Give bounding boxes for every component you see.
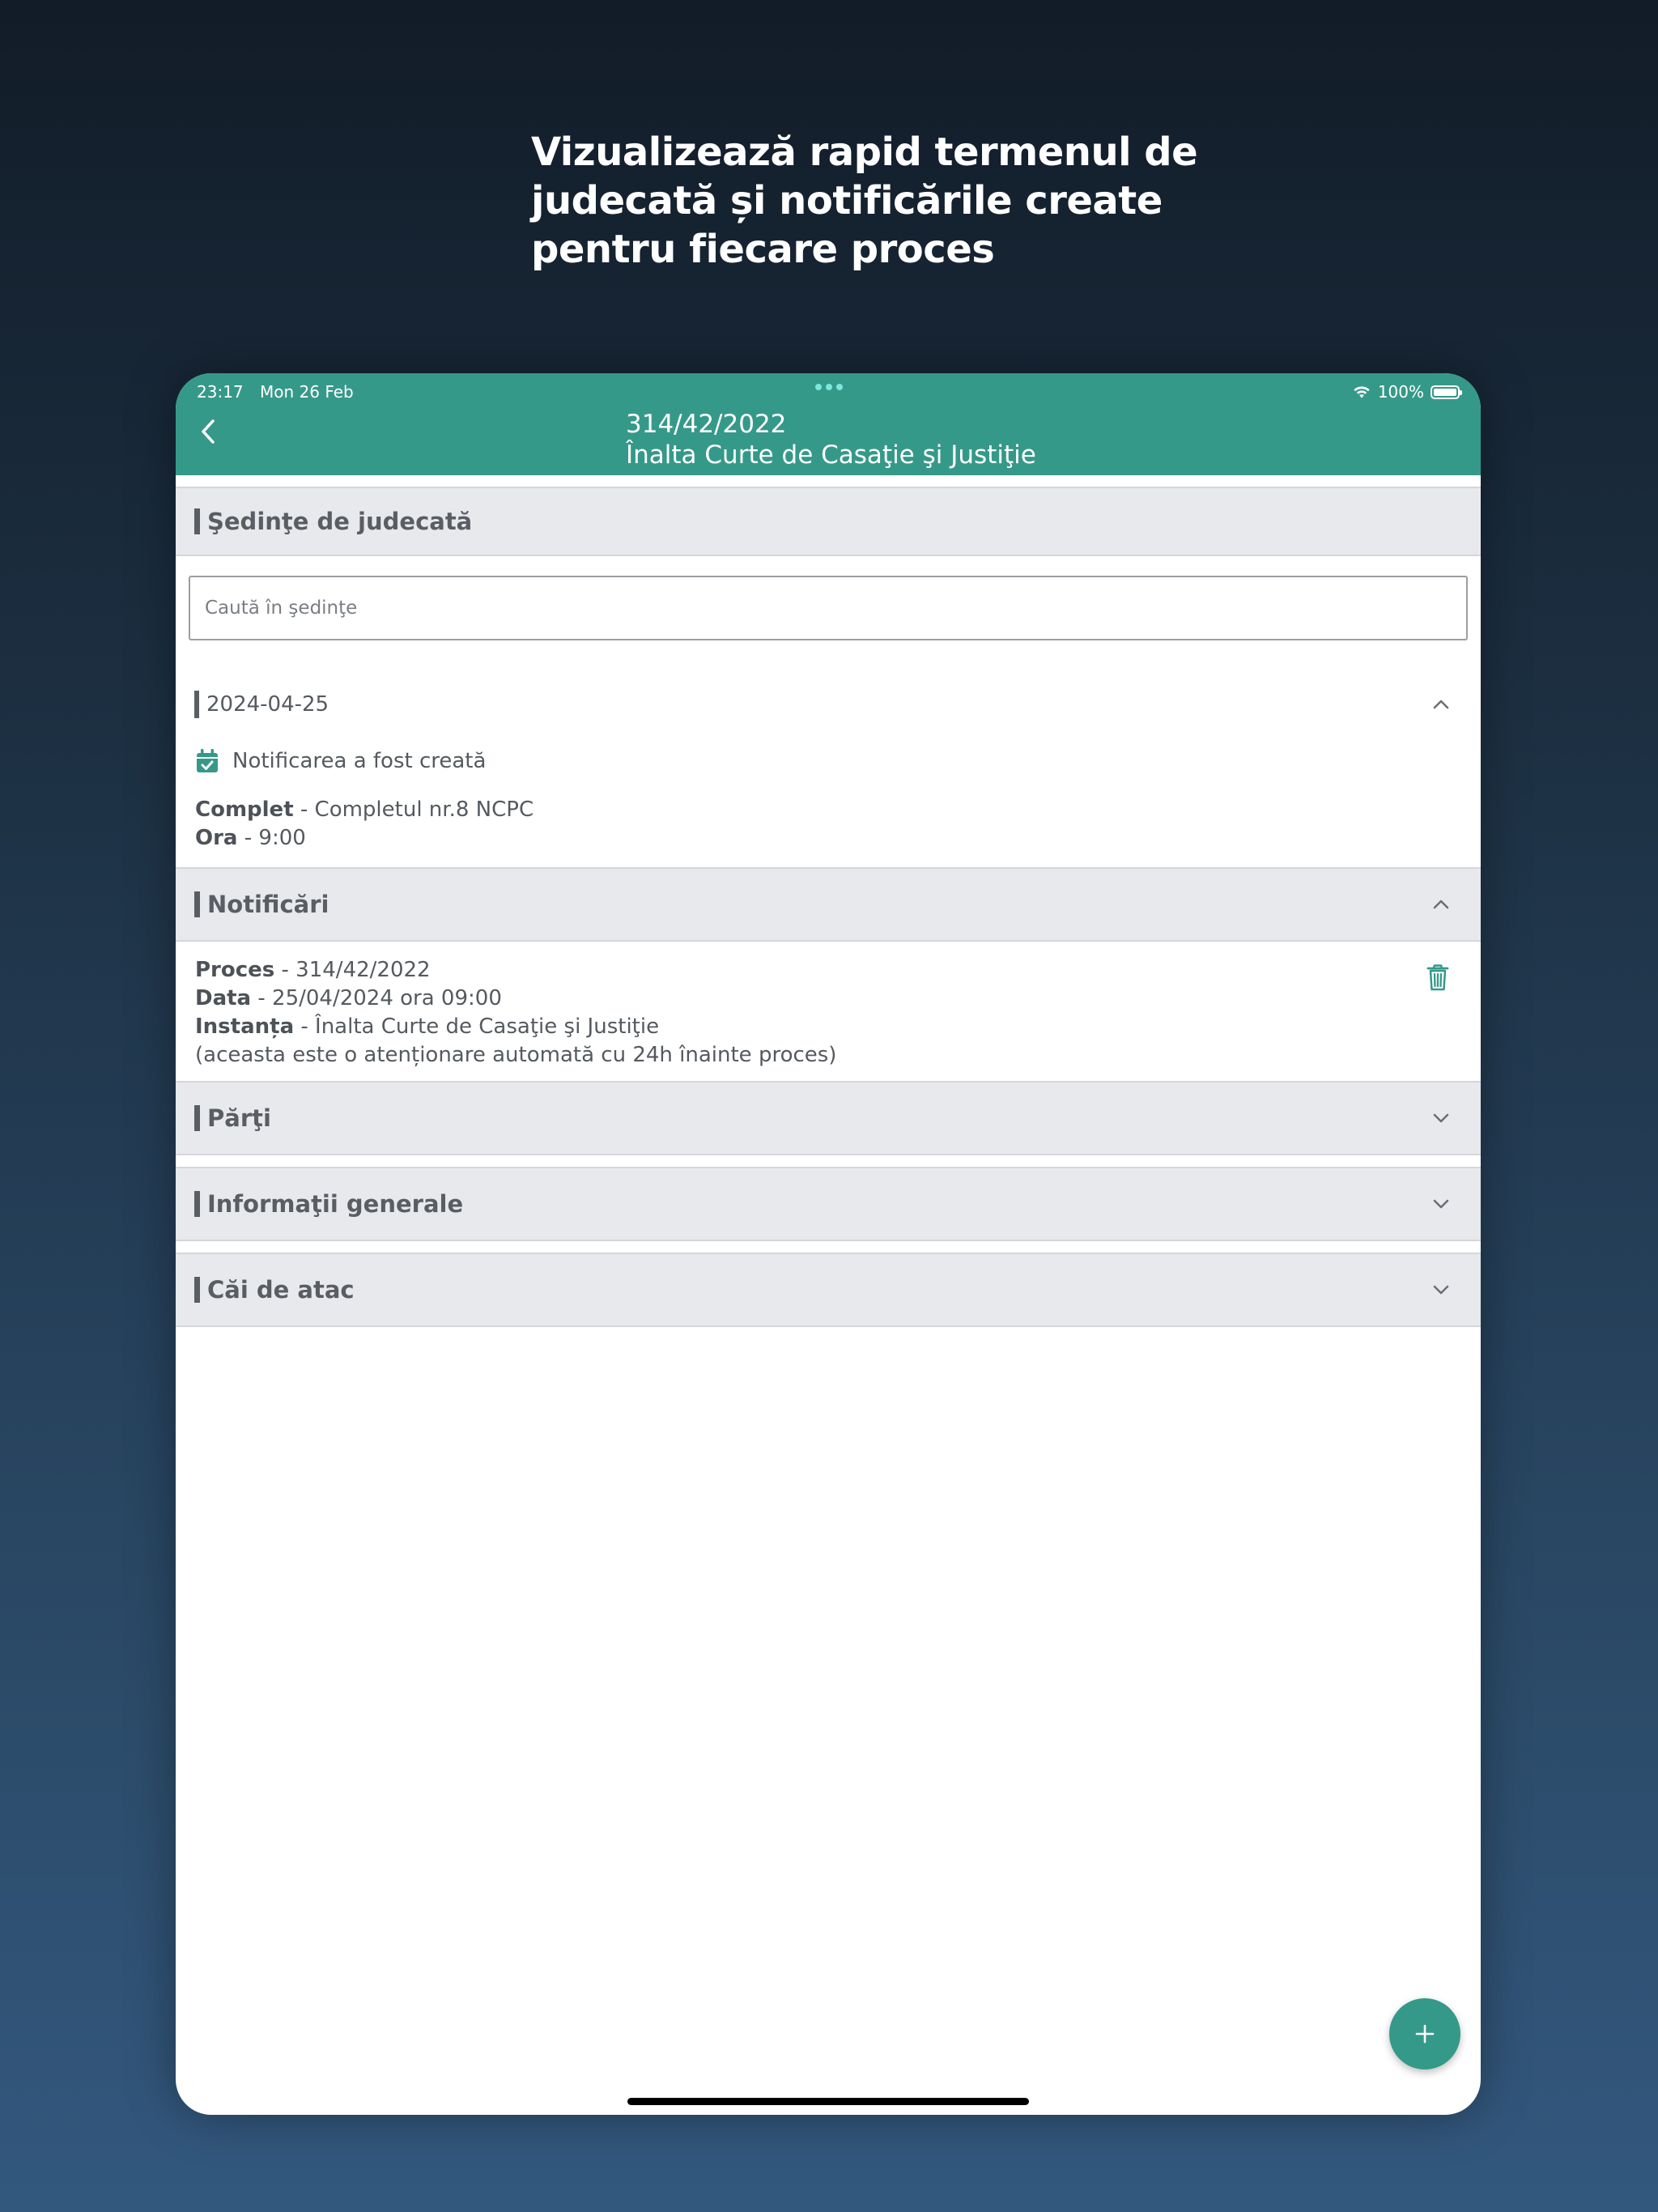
chevron-down-icon[interactable] <box>1431 1279 1452 1300</box>
instanta-value: - Înalta Curte de Casaţie şi Justiţie <box>294 1015 660 1039</box>
section-sedinte[interactable]: Şedinţe de judecată <box>176 487 1481 556</box>
status-bar-left: 23:17 Mon 26 Feb <box>197 378 365 406</box>
plus-icon <box>1415 2024 1435 2044</box>
page-title: 314/42/2022 Înalta Curte de Casaţie şi J… <box>626 409 1036 470</box>
delete-notification-button[interactable] <box>1426 964 1450 992</box>
chevron-down-icon[interactable] <box>1431 1193 1452 1214</box>
case-number: 314/42/2022 <box>626 410 787 439</box>
status-time: 23:17 <box>197 382 244 402</box>
session-details: Complet - Completul nr.8 NCPC Ora - 9:00 <box>176 781 1481 867</box>
chevron-up-icon[interactable] <box>1431 894 1452 915</box>
search-container <box>176 556 1481 640</box>
section-cai-de-atac[interactable]: Căi de atac <box>176 1253 1481 1327</box>
section-title: Notificări <box>207 891 329 918</box>
complet-label: Complet <box>195 798 294 822</box>
dot <box>826 384 832 390</box>
ora-row: Ora - 9:00 <box>195 824 1461 853</box>
chevron-left-icon <box>202 419 215 444</box>
notification-status: Notificarea a fost creată <box>195 741 1481 781</box>
chevron-down-icon[interactable] <box>1431 1108 1452 1129</box>
battery-icon <box>1431 385 1462 399</box>
data-value: - 25/04/2024 ora 09:00 <box>251 986 502 1010</box>
section-marker <box>194 508 200 534</box>
section-title: Părţi <box>207 1104 271 1132</box>
ora-value: - 9:00 <box>237 826 306 850</box>
chevron-up-icon[interactable] <box>1431 694 1452 715</box>
promo-line-2: judecată și notificările create <box>531 178 1163 223</box>
proces-value: - 314/42/2022 <box>274 958 431 982</box>
notification-item: Proces - 314/42/2022 Data - 25/04/2024 o… <box>176 942 1481 1081</box>
main-content: Şedinţe de judecată 2024-04-25 Notificar… <box>176 475 1481 1327</box>
section-informatii-generale[interactable]: Informaţii generale <box>176 1167 1481 1241</box>
status-bar-right: 100% <box>1352 378 1462 406</box>
dot <box>836 384 843 390</box>
promo-line-3: pentru fiecare proces <box>531 227 995 272</box>
multitasking-dots[interactable] <box>815 384 843 390</box>
section-title: Informaţii generale <box>207 1190 464 1218</box>
calendar-check-icon <box>197 749 218 772</box>
trash-icon <box>1426 964 1449 991</box>
proces-row: Proces - 314/42/2022 <box>195 956 1461 985</box>
session-date-row[interactable]: 2024-04-25 <box>176 678 1481 731</box>
section-marker <box>194 1191 200 1217</box>
session-date: 2024-04-25 <box>206 692 329 717</box>
back-button[interactable] <box>190 414 226 449</box>
section-parti[interactable]: Părţi <box>176 1081 1481 1155</box>
battery-percent: 100% <box>1377 382 1424 402</box>
complet-value: - Completul nr.8 NCPC <box>293 798 534 822</box>
session-marker <box>194 691 199 718</box>
proces-label: Proces <box>195 958 275 982</box>
home-indicator[interactable] <box>627 2098 1029 2105</box>
wifi-icon <box>1354 386 1370 398</box>
section-title: Căi de atac <box>207 1276 355 1304</box>
section-title: Şedinţe de judecată <box>207 508 473 535</box>
notification-created-text: Notificarea a fost creată <box>232 749 487 773</box>
search-input[interactable] <box>189 576 1468 640</box>
section-notificari[interactable]: Notificări <box>176 867 1481 942</box>
data-label: Data <box>195 986 252 1010</box>
status-date: Mon 26 Feb <box>260 382 354 402</box>
court-name: Înalta Curte de Casaţie şi Justiţie <box>626 440 1036 470</box>
instanta-label: Instanța <box>195 1015 295 1039</box>
dot <box>815 384 822 390</box>
complet-row: Complet - Completul nr.8 NCPC <box>195 796 1461 824</box>
instanta-row: Instanța - Înalta Curte de Casaţie şi Ju… <box>195 1013 1461 1041</box>
add-button[interactable] <box>1389 1998 1460 2069</box>
notification-note: (aceasta este o atenționare automată cu … <box>195 1043 837 1067</box>
ora-label: Ora <box>195 826 238 850</box>
promo-line-1: Vizualizează rapid termenul de <box>531 130 1198 175</box>
app-header: 23:17 Mon 26 Feb 100% 314/42/2022 Înalta… <box>176 373 1481 475</box>
section-marker <box>194 1105 200 1131</box>
section-marker <box>194 1277 200 1303</box>
data-row: Data - 25/04/2024 ora 09:00 <box>195 985 1461 1013</box>
tablet-screen: 23:17 Mon 26 Feb 100% 314/42/2022 Înalta… <box>176 373 1481 2115</box>
section-marker <box>194 891 200 917</box>
promo-headline: Vizualizează rapid termenul de judecată … <box>531 128 1260 274</box>
